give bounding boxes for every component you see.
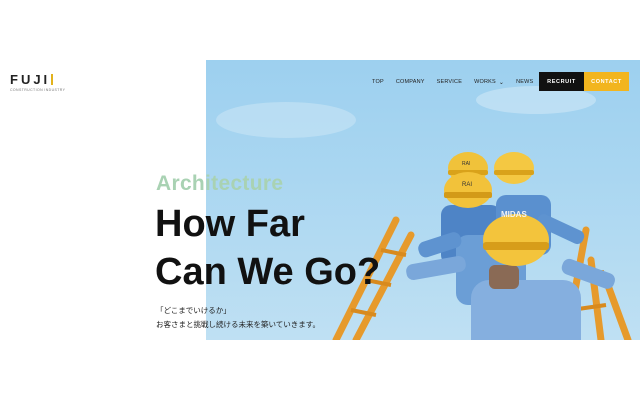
headline-line-2: Can We Go? [155,251,381,293]
helmet-text: RAI [462,182,472,188]
shirt-text: MIDAS [501,210,527,219]
hero-copy-line-1: 「どこまでいけるか」 [156,306,231,315]
nav-item-service[interactable]: SERVICE [437,79,462,85]
nav-item-works[interactable]: WORKS ⌄ [474,79,504,86]
hero-eyebrow: Architecture [156,172,284,195]
recruit-button[interactable]: RECRUIT [539,72,584,91]
logo-subtitle: CONSTRUCTION INDUSTRY [10,88,66,92]
site-logo[interactable]: FUJI CONSTRUCTION INDUSTRY [10,72,65,92]
main-nav: TOP COMPANY SERVICE WORKS ⌄ NEWS [372,72,545,92]
hero-headline: How Far Can We Go? [155,200,380,296]
helmet-text: RAI [462,161,470,167]
chevron-down-icon: ⌄ [498,79,505,86]
nav-item-top[interactable]: TOP [372,79,384,85]
headline-line-1: How Far [155,203,305,245]
hero-copy-line-2: お客さまと挑戦し続ける未来を築いていきます。 [156,320,321,329]
hero-copy: 「どこまでいけるか」 お客さまと挑戦し続ける未来を築いていきます。 [156,304,320,332]
nav-item-company[interactable]: COMPANY [396,79,425,85]
contact-button[interactable]: CONTACT [584,72,629,91]
logo-text: FUJI [10,72,51,87]
nav-item-news[interactable]: NEWS [516,79,533,85]
logo-accent-bar [51,74,54,85]
nav-item-works-label: WORKS [474,79,496,85]
